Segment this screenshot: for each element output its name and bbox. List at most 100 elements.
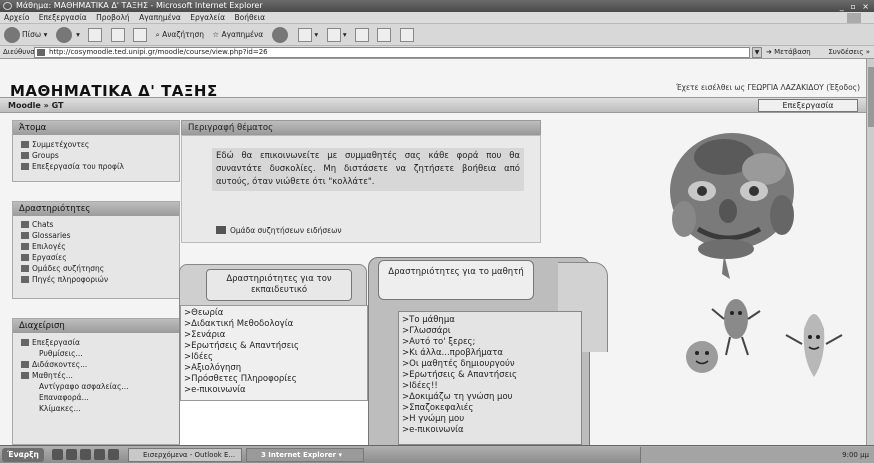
student-link-communication[interactable]: >e-πικοινωνία (402, 425, 578, 436)
student-link-test-knowledge[interactable]: >Δοκιμάζω τη γνώση μου (402, 392, 578, 403)
teacher-link-communication[interactable]: >e-πικοινωνία (184, 385, 364, 396)
student-link-qa[interactable]: >Ερωτήσεις & Απαντήσεις (402, 370, 578, 381)
home-button[interactable] (133, 24, 148, 46)
favorites-button[interactable]: ☆ Αγαπημένα (212, 24, 263, 46)
breadcrumb[interactable]: Moodle » GT (8, 101, 63, 110)
teacher-link-additional-info[interactable]: >Πρόσθετες Πληροφορίες (184, 374, 364, 385)
refresh-button[interactable] (110, 24, 125, 46)
admin-restore[interactable]: Επαναφορά... (13, 392, 179, 403)
edit-profile-link[interactable]: Επεξεργασία του προφίλ (13, 161, 179, 172)
teacher-link-assessment[interactable]: >Αξιολόγηση (184, 363, 364, 374)
participants-link[interactable]: Συμμετέχοντες (13, 139, 179, 150)
activity-resources[interactable]: Πηγές πληροφοριών (13, 274, 179, 285)
windows-flag-icon (847, 13, 861, 23)
menu-bar: Αρχείο Επεξεργασία Προβολή Αγαπημένα Εργ… (0, 12, 874, 24)
system-tray: 9:00 μμ (640, 447, 874, 463)
teacher-link-methodology[interactable]: >Διδακτική Μεθοδολογία (184, 319, 364, 330)
messenger-icon (399, 28, 414, 42)
navbar: Moodle » GT Επεξεργασία (0, 97, 866, 113)
student-link-my-opinion[interactable]: >Η γνώμη μου (402, 414, 578, 425)
chat-icon (21, 221, 29, 228)
teacher-link-qa[interactable]: >Ερωτήσεις & Απαντήσεις (184, 341, 364, 352)
page-content: ΜΑΘΗΜΑΤΙΚΑ Δ' ΤΑΞΗΣ Έχετε εισέλθει ως ΓΕ… (0, 59, 866, 445)
messenger-button[interactable] (399, 24, 414, 46)
media-button[interactable] (271, 24, 290, 46)
teacher-link-ideas[interactable]: >Ιδέες (184, 352, 364, 363)
quicklaunch-outlook-icon[interactable] (80, 449, 91, 460)
quicklaunch-ie-icon[interactable] (52, 449, 63, 460)
groups-icon (21, 152, 29, 159)
groups-link[interactable]: Groups (13, 150, 179, 161)
assignment-icon (21, 254, 29, 261)
address-input[interactable]: http://cosymoodle.ted.unipi.gr/moodle/co… (34, 47, 750, 58)
edit-mode-button[interactable]: Επεξεργασία (758, 99, 858, 112)
edit-page-icon (377, 28, 392, 42)
start-button[interactable]: Έναρξη (2, 448, 44, 462)
menu-edit[interactable]: Επεξεργασία (39, 13, 87, 22)
task-outlook[interactable]: Εισερχόμενα - Outlook E... (128, 448, 242, 462)
fruit-collage-image (670, 133, 843, 377)
links-button[interactable]: Συνδέσεις » (828, 46, 870, 59)
menu-favorites[interactable]: Αγαπημένα (139, 13, 181, 22)
menu-help[interactable]: Βοήθεια (234, 13, 265, 22)
scrollbar-thumb[interactable] (868, 67, 874, 127)
back-button[interactable]: Πίσω ▾ (4, 24, 47, 46)
forward-button[interactable]: ▾ (55, 24, 80, 46)
quicklaunch-media-icon[interactable] (94, 449, 105, 460)
admin-edit[interactable]: Επεξεργασία (13, 337, 179, 348)
student-link-ideas[interactable]: >Ιδέες!! (402, 381, 578, 392)
go-button[interactable]: ➔ Μετάβαση (766, 46, 811, 59)
edit-icon (21, 339, 29, 346)
student-link-lesson[interactable]: >Το μάθημα (402, 315, 578, 326)
teacher-activity-list: >Θεωρία >Διδακτική Μεθοδολογία >Σενάρια … (180, 305, 368, 401)
activity-glossaries[interactable]: Glossaries (13, 230, 179, 241)
admin-block: Διαχείριση Επεξεργασία Ρυθμίσεις... Διδά… (12, 318, 180, 445)
student-link-more-problems[interactable]: >Κι άλλα...προβλήματα (402, 348, 578, 359)
ie-icon (3, 2, 12, 10)
quicklaunch-windows-icon[interactable] (108, 449, 119, 460)
toolbar: Πίσω ▾ ▾ ⌕ Αναζήτηση ☆ Αγαπημένα ▾ ▾ (0, 24, 874, 46)
profile-icon (21, 163, 29, 170)
forum-icon (216, 226, 226, 234)
admin-backup[interactable]: Αντίγραφο ασφαλείας... (13, 381, 179, 392)
student-link-puzzles[interactable]: >Σπαζοκεφαλιές (402, 403, 578, 414)
activity-forums[interactable]: Ομάδες συζήτησης (13, 263, 179, 274)
history-icon (297, 28, 312, 42)
home-icon (133, 28, 148, 42)
question-icon (21, 243, 29, 250)
quicklaunch-desktop-icon[interactable] (66, 449, 77, 460)
description-section: Εδώ θα επικοινωνείτε με συμμαθητές σας κ… (181, 135, 541, 243)
vertical-scrollbar[interactable] (866, 59, 874, 445)
teacher-link-theory[interactable]: >Θεωρία (184, 308, 364, 319)
admin-settings[interactable]: Ρυθμίσεις... (13, 348, 179, 359)
address-dropdown[interactable]: ▼ (752, 47, 762, 58)
admin-students[interactable]: Μαθητές... (13, 370, 179, 381)
dancing-apple-illustration (686, 341, 718, 373)
activity-choices[interactable]: Επιλογές (13, 241, 179, 252)
news-forum-link[interactable]: Ομάδα συζητήσεων ειδήσεων (216, 226, 342, 235)
search-button[interactable]: ⌕ Αναζήτηση (155, 24, 203, 46)
menu-tools[interactable]: Εργαλεία (190, 13, 225, 22)
teacher-link-scenarios[interactable]: >Σενάρια (184, 330, 364, 341)
edit-page-button[interactable] (377, 24, 392, 46)
address-url: http://cosymoodle.ted.unipi.gr/moodle/co… (49, 48, 268, 56)
admin-teachers[interactable]: Διδάσκοντες... (13, 359, 179, 370)
admin-scales[interactable]: Κλίμακες... (13, 403, 179, 414)
print-button[interactable] (355, 24, 370, 46)
activities-block: Δραστηριότητες Chats Glossaries Επιλογές… (12, 201, 180, 299)
menu-view[interactable]: Προβολή (96, 13, 130, 22)
stop-button[interactable] (88, 24, 103, 46)
student-link-students-create[interactable]: >Οι μαθητές δημιουργούν (402, 359, 578, 370)
activity-chats[interactable]: Chats (13, 219, 179, 230)
dancing-banana-illustration (785, 314, 843, 377)
history-button[interactable]: ▾ (297, 24, 318, 46)
student-link-glossary[interactable]: >Γλωσσάρι (402, 326, 578, 337)
menu-file[interactable]: Αρχείο (4, 13, 29, 22)
address-bar: Διεύθυνση http://cosymoodle.ted.unipi.gr… (0, 46, 874, 59)
activity-assignments[interactable]: Εργασίες (13, 252, 179, 263)
login-info[interactable]: Έχετε εισέλθει ως ΓΕΩΡΓΙΑ ΛΑΖΑΚΙΔΟΥ (Έξο… (676, 83, 860, 92)
forward-arrow-icon (55, 27, 72, 43)
student-link-did-you-know[interactable]: >Αυτό το' ξερες; (402, 337, 578, 348)
mail-button[interactable]: ▾ (326, 24, 347, 46)
task-internet-explorer[interactable]: 3 Internet Explorer ▾ (246, 448, 364, 462)
